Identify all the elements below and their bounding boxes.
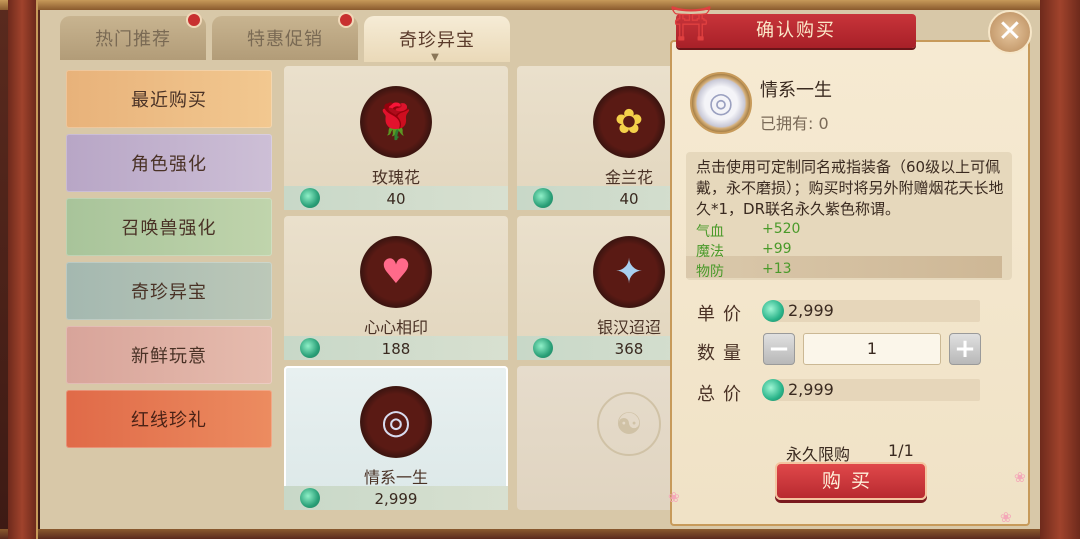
product-description: 点击使用可定制同名戒指装备（60级以上可佩戴，永不磨损）；购买时将另外附赠烟花天… [696, 158, 1004, 218]
decrease-quantity-button[interactable]: − [763, 333, 795, 365]
stat-row: 物防 +13 [696, 261, 1006, 281]
stat-row: 魔法 +99 [696, 241, 1006, 261]
shop-item[interactable]: ♥ 心心相印 188 [284, 216, 508, 360]
stat-value: +520 [762, 221, 801, 237]
total-price-label: 总价 [697, 384, 749, 405]
tab-label: 特惠促销 [247, 29, 323, 50]
category-treasures[interactable]: 奇珍异宝 [66, 262, 272, 320]
purchase-limit-value: 1/1 [888, 441, 914, 460]
item-price: 188 [381, 340, 411, 358]
shop-item-selected[interactable]: ◎ 情系一生 2,999 [284, 366, 508, 510]
tab-hot-recommend[interactable]: 热门推荐 [60, 12, 206, 60]
category-red-thread-gifts[interactable]: 红线珍礼 [66, 390, 272, 448]
category-label: 红线珍礼 [131, 410, 207, 431]
category-list: 最近购买 角色强化 召唤兽强化 奇珍异宝 新鲜玩意 红线珍礼 [66, 70, 272, 454]
stat-value: +99 [762, 241, 792, 257]
shop-item[interactable]: 🌹 玫瑰花 40 [284, 66, 508, 210]
increase-quantity-button[interactable]: + [949, 333, 981, 365]
unit-price-label: 单价 [697, 304, 749, 325]
category-label: 最近购买 [131, 90, 207, 111]
tab-label: 热门推荐 [95, 29, 171, 50]
ring-icon: ◎ [360, 386, 432, 458]
magpie-bridge-icon: ✦ [593, 236, 665, 308]
owned-count: 已拥有: 0 [760, 114, 829, 133]
unit-price-value: 2,999 [788, 301, 834, 320]
item-price: 40 [386, 190, 406, 208]
buy-button[interactable]: 购买 [775, 462, 927, 500]
stat-name: 魔法 [696, 244, 724, 260]
close-button[interactable]: ✕ [988, 10, 1032, 54]
tab-label: 奇珍异宝 [399, 30, 475, 51]
category-pet-enhance[interactable]: 召唤兽强化 [66, 198, 272, 256]
category-label: 新鲜玩意 [131, 346, 207, 367]
heart-box-icon: ♥ [360, 236, 432, 308]
category-label: 奇珍异宝 [131, 282, 207, 303]
quantity-input[interactable]: 1 [803, 333, 941, 365]
stat-name: 气血 [696, 224, 724, 240]
petal-decoration-icon: ❀ [1014, 470, 1026, 486]
lily-icon: ✿ [593, 86, 665, 158]
notification-dot-icon [338, 12, 354, 28]
notification-dot-icon [186, 12, 202, 28]
frame-top-border [0, 0, 1080, 10]
frame-left-pole [8, 0, 38, 539]
category-label: 召唤兽强化 [121, 218, 217, 239]
stat-value: +13 [762, 261, 792, 277]
category-character-enhance[interactable]: 角色强化 [66, 134, 272, 192]
quantity-label: 数量 [697, 343, 749, 364]
item-name: 玫瑰花 [371, 168, 420, 187]
placeholder-emblem-icon: ☯ [597, 392, 661, 456]
category-label: 角色强化 [131, 154, 207, 175]
petal-decoration-icon: ❀ [668, 490, 680, 506]
rose-icon: 🌹 [360, 86, 432, 158]
ring-icon: ◎ [690, 72, 752, 134]
category-novelties[interactable]: 新鲜玩意 [66, 326, 272, 384]
item-grid: 🌹 玫瑰花 40 ✿ 金兰花 40 ♥ 心心相印 188 ✦ 银汉迢迢 368 … [284, 66, 741, 510]
total-price-value: 2,999 [788, 380, 834, 399]
stat-row: 气血 +520 [696, 221, 1006, 241]
item-name: 心心相印 [363, 318, 428, 337]
dialog-title: 确认购买 [756, 20, 836, 41]
shop-tabs: 热门推荐 特惠促销 奇珍异宝 [60, 12, 510, 62]
frame-right-pole [1040, 0, 1080, 539]
tab-special-offers[interactable]: 特惠促销 [212, 12, 358, 60]
tab-indicator-icon: ▼ [431, 52, 439, 63]
stat-name: 物防 [696, 264, 724, 280]
product-name: 情系一生 [760, 80, 832, 101]
jade-currency-icon [762, 379, 784, 401]
item-name: 情系一生 [363, 468, 428, 487]
item-price: 2,999 [374, 490, 418, 508]
category-recent-purchases[interactable]: 最近购买 [66, 70, 272, 128]
frame-bottom-border [0, 529, 1080, 539]
petal-decoration-icon: ❀ [1000, 510, 1012, 526]
jade-currency-icon [762, 300, 784, 322]
